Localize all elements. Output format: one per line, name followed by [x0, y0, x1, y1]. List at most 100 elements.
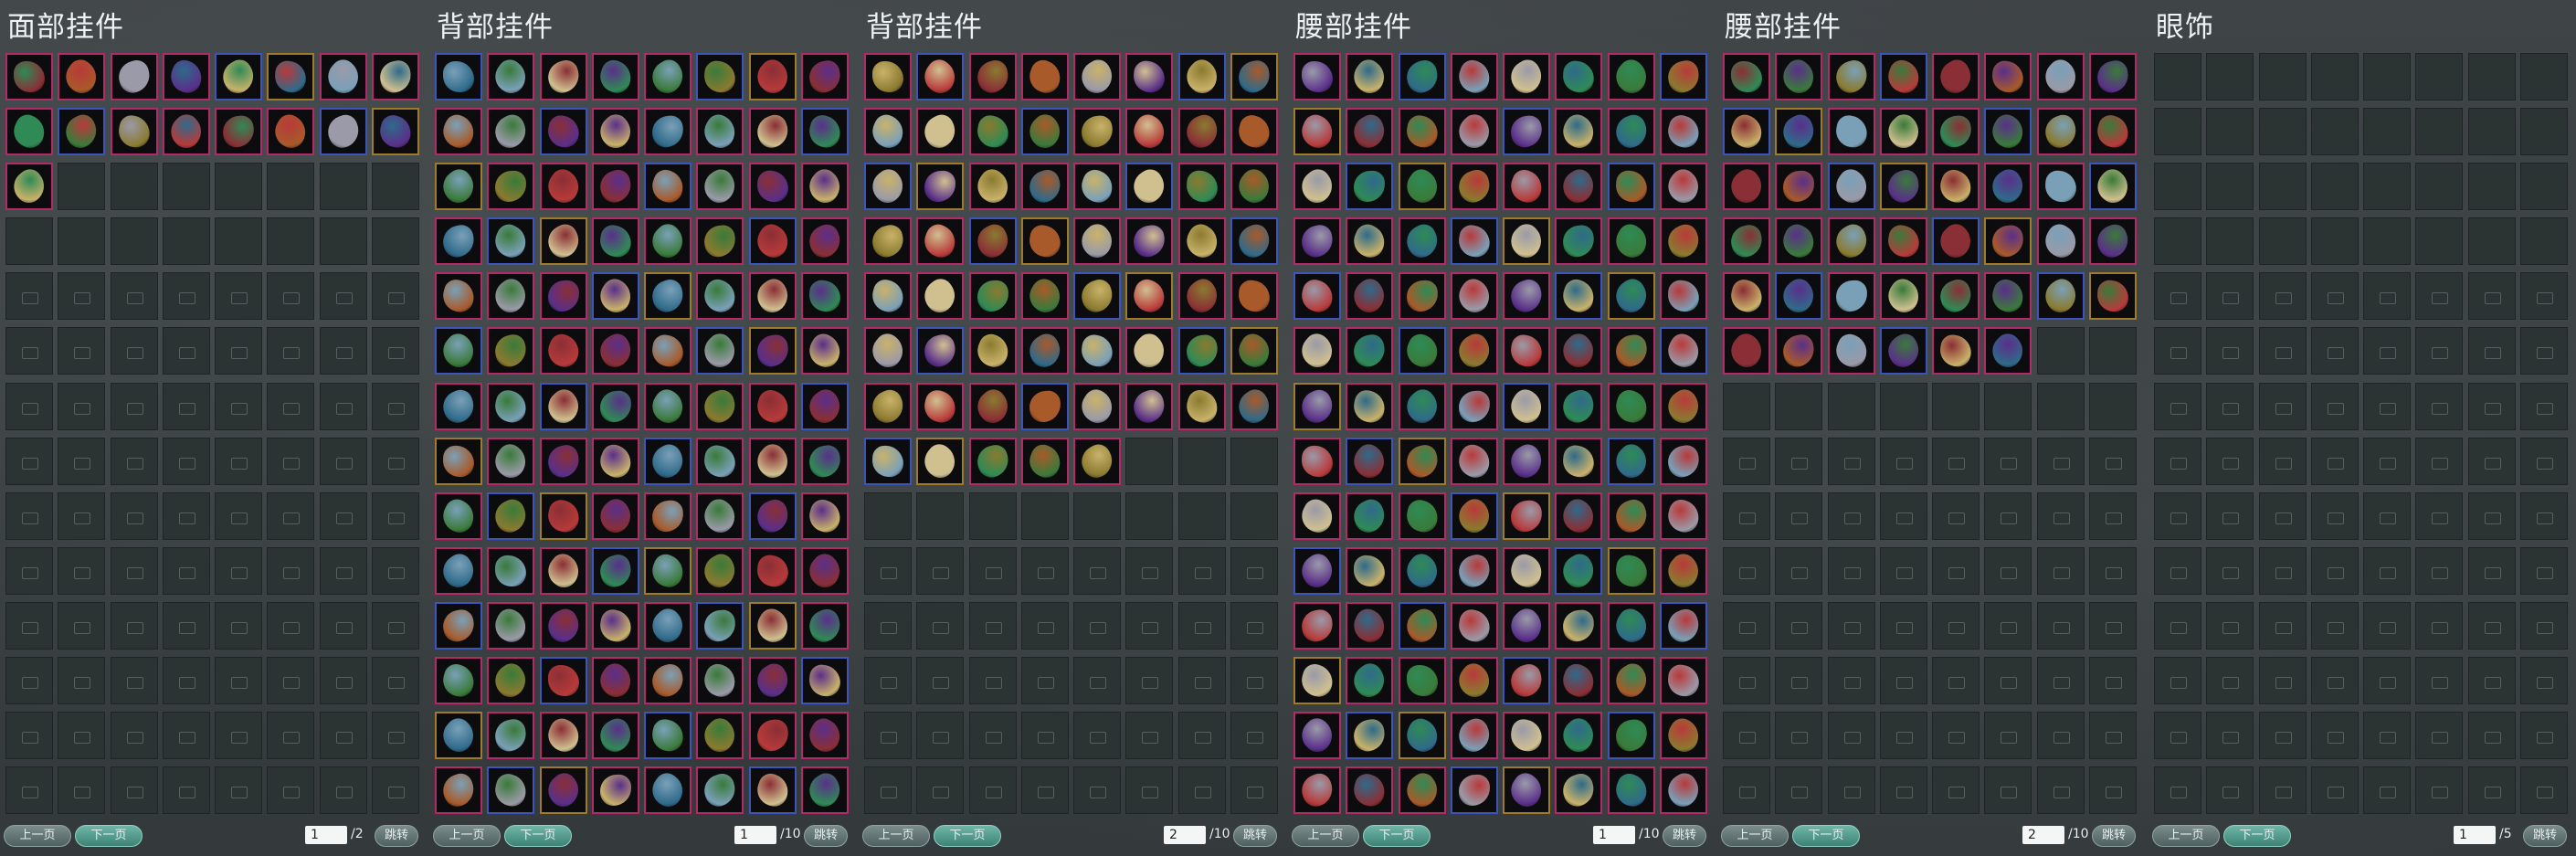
item-slot[interactable]	[1879, 217, 1927, 266]
empty-slot[interactable]	[2310, 53, 2359, 100]
item-slot[interactable]	[435, 53, 482, 100]
item-slot[interactable]	[748, 437, 797, 485]
item-slot[interactable]	[1984, 108, 2032, 156]
item-slot[interactable]	[1293, 491, 1341, 540]
item-slot[interactable]	[1775, 327, 1823, 375]
item-slot[interactable]	[487, 437, 535, 485]
item-slot[interactable]	[110, 108, 158, 156]
empty-slot[interactable]	[1775, 382, 1823, 430]
item-slot[interactable]	[1125, 382, 1174, 430]
item-slot[interactable]	[748, 327, 797, 375]
item-slot[interactable]	[1125, 272, 1174, 321]
item-slot[interactable]	[539, 491, 587, 540]
item-slot[interactable]	[487, 382, 535, 430]
item-slot[interactable]	[1398, 657, 1446, 705]
item-slot[interactable]	[539, 272, 587, 321]
empty-slot[interactable]	[372, 217, 420, 266]
item-slot[interactable]	[591, 766, 639, 815]
item-slot[interactable]	[1346, 601, 1394, 650]
item-slot[interactable]	[1503, 657, 1551, 705]
item-slot[interactable]	[916, 108, 965, 156]
item-slot[interactable]	[1660, 382, 1708, 430]
item-slot[interactable]	[748, 546, 797, 595]
item-slot[interactable]	[916, 163, 965, 211]
item-slot[interactable]	[487, 272, 535, 321]
item-slot[interactable]	[1293, 327, 1341, 375]
item-slot[interactable]	[487, 53, 535, 100]
item-slot[interactable]	[1932, 327, 1980, 375]
empty-slot[interactable]	[2206, 53, 2254, 100]
item-slot[interactable]	[696, 108, 744, 156]
item-slot[interactable]	[591, 601, 639, 650]
item-slot[interactable]	[1555, 382, 1603, 430]
empty-slot[interactable]	[2467, 163, 2516, 211]
item-slot[interactable]	[110, 53, 158, 100]
item-slot[interactable]	[1177, 382, 1226, 430]
empty-slot[interactable]	[267, 217, 315, 266]
empty-slot[interactable]	[2154, 53, 2201, 100]
item-slot[interactable]	[1450, 382, 1498, 430]
item-slot[interactable]	[916, 217, 965, 266]
item-slot[interactable]	[968, 437, 1017, 485]
jump-button[interactable]: 跳转	[2523, 825, 2567, 847]
empty-slot[interactable]	[319, 163, 367, 211]
item-slot[interactable]	[1555, 108, 1603, 156]
item-slot[interactable]	[1827, 163, 1875, 211]
item-slot[interactable]	[1723, 163, 1770, 211]
item-slot[interactable]	[1450, 712, 1498, 760]
item-slot[interactable]	[539, 437, 587, 485]
item-slot[interactable]	[1293, 382, 1341, 430]
item-slot[interactable]	[1660, 657, 1708, 705]
item-slot[interactable]	[644, 491, 692, 540]
item-slot[interactable]	[1293, 163, 1341, 211]
item-slot[interactable]	[5, 108, 53, 156]
item-slot[interactable]	[916, 382, 965, 430]
item-slot[interactable]	[968, 327, 1017, 375]
empty-slot[interactable]	[2467, 217, 2516, 266]
item-slot[interactable]	[748, 766, 797, 815]
jump-button[interactable]: 跳转	[1663, 825, 1706, 847]
item-slot[interactable]	[591, 437, 639, 485]
item-slot[interactable]	[1723, 53, 1770, 100]
item-slot[interactable]	[1879, 163, 1927, 211]
item-slot[interactable]	[215, 108, 263, 156]
item-slot[interactable]	[864, 163, 912, 211]
item-slot[interactable]	[1020, 163, 1069, 211]
empty-slot[interactable]	[267, 163, 315, 211]
item-slot[interactable]	[864, 327, 912, 375]
item-slot[interactable]	[1555, 712, 1603, 760]
prev-page-button[interactable]: 上一页	[1292, 825, 1359, 847]
item-slot[interactable]	[1503, 217, 1551, 266]
empty-slot[interactable]	[2520, 108, 2569, 156]
empty-slot[interactable]	[2310, 163, 2359, 211]
item-slot[interactable]	[539, 601, 587, 650]
item-slot[interactable]	[487, 491, 535, 540]
item-slot[interactable]	[1230, 108, 1279, 156]
item-slot[interactable]	[1177, 108, 1226, 156]
item-slot[interactable]	[539, 766, 587, 815]
item-slot[interactable]	[1450, 163, 1498, 211]
empty-slot[interactable]	[2206, 108, 2254, 156]
item-slot[interactable]	[1555, 327, 1603, 375]
jump-button[interactable]: 跳转	[1233, 825, 1277, 847]
empty-slot[interactable]	[58, 217, 106, 266]
item-slot[interactable]	[1073, 327, 1122, 375]
item-slot[interactable]	[487, 766, 535, 815]
item-slot[interactable]	[487, 601, 535, 650]
item-slot[interactable]	[2089, 272, 2138, 321]
item-slot[interactable]	[696, 53, 744, 100]
item-slot[interactable]	[1932, 217, 1980, 266]
item-slot[interactable]	[1503, 546, 1551, 595]
item-slot[interactable]	[1346, 491, 1394, 540]
item-slot[interactable]	[1775, 272, 1823, 321]
item-slot[interactable]	[2089, 53, 2138, 100]
item-slot[interactable]	[1984, 53, 2032, 100]
item-slot[interactable]	[1230, 382, 1279, 430]
empty-slot[interactable]	[372, 163, 420, 211]
item-slot[interactable]	[539, 108, 587, 156]
item-slot[interactable]	[1073, 53, 1122, 100]
empty-slot[interactable]	[2520, 217, 2569, 266]
prev-page-button[interactable]: 上一页	[433, 825, 501, 847]
item-slot[interactable]	[916, 327, 965, 375]
empty-slot[interactable]	[1230, 437, 1279, 485]
